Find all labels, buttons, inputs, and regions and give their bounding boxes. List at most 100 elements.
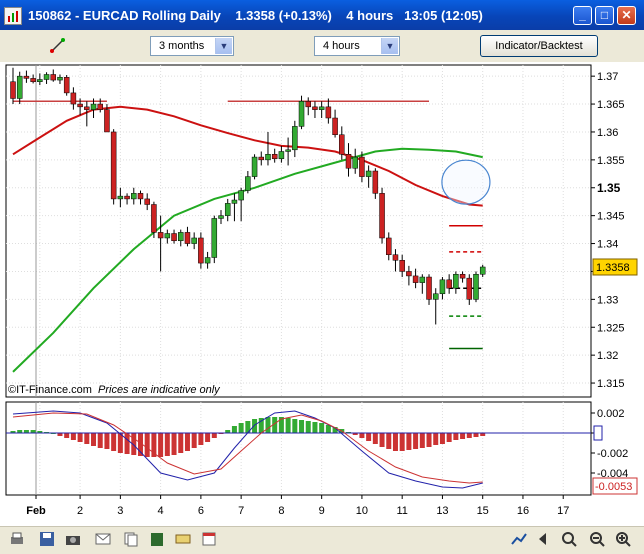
macd-histogram-bar xyxy=(399,433,405,451)
macd-histogram-bar xyxy=(406,433,412,450)
candle-body xyxy=(84,106,90,110)
candle-body xyxy=(432,293,439,300)
quote-text: 1.3358 (+0.13%) xyxy=(235,8,332,23)
y-tick-label: 1.355 xyxy=(597,155,625,167)
candle-body xyxy=(231,199,238,204)
candle-body xyxy=(359,156,365,177)
x-tick-label: 7 xyxy=(238,505,244,517)
chart-svg[interactable]: 1.371.3651.361.3551.351.3451.341.3351.33… xyxy=(0,62,644,526)
candle-body xyxy=(104,109,110,133)
macd-histogram-bar xyxy=(231,426,237,433)
drawing-tool-icon[interactable] xyxy=(48,36,68,56)
chevron-down-icon[interactable]: ▼ xyxy=(215,38,232,54)
candle-body xyxy=(30,78,36,82)
candle-body xyxy=(339,134,345,155)
macd-histogram-bar xyxy=(453,433,459,440)
y-tick-label: 1.36 xyxy=(597,127,618,139)
indicator-backtest-button[interactable]: Indicator/Backtest xyxy=(480,35,598,57)
candle-body xyxy=(238,190,244,201)
y-tick-label: 1.37 xyxy=(597,71,618,83)
camera-icon[interactable] xyxy=(64,530,82,548)
y-tick-label: 1.345 xyxy=(597,211,625,223)
period-select[interactable]: 3 months ▼ xyxy=(150,36,234,56)
macd-histogram-bar xyxy=(473,433,479,437)
macd-histogram-bar xyxy=(285,418,291,433)
candle-body xyxy=(151,204,157,233)
candle-body xyxy=(399,260,405,272)
x-tick-label: 10 xyxy=(356,505,368,517)
chart-icon[interactable] xyxy=(510,530,528,548)
macd-histogram-bar xyxy=(178,433,184,453)
candle-body xyxy=(50,74,57,81)
candle-body xyxy=(466,277,473,300)
candle-body xyxy=(386,237,392,255)
candle-body xyxy=(131,193,137,200)
ruler-icon[interactable] xyxy=(174,530,192,548)
macd-histogram-bar xyxy=(392,433,398,451)
candle-body xyxy=(352,156,358,169)
candle-body xyxy=(245,176,251,191)
candle-body xyxy=(77,103,83,108)
macd-histogram-bar xyxy=(205,433,211,442)
zoom-fit-icon[interactable] xyxy=(560,530,578,548)
period-select-value: 3 months xyxy=(159,40,205,52)
macd-histogram-bar xyxy=(433,433,439,445)
candle-body xyxy=(124,195,130,200)
y-tick-label: 1.34 xyxy=(597,239,618,251)
book-icon[interactable] xyxy=(148,530,166,548)
candle-body xyxy=(184,232,191,244)
candle-body xyxy=(70,92,77,105)
candle-body xyxy=(171,233,177,242)
candle-body xyxy=(117,195,124,200)
minimize-button[interactable]: _ xyxy=(573,6,592,25)
calendar-icon[interactable] xyxy=(200,530,218,548)
candle-body xyxy=(137,193,144,200)
zoom-in-icon[interactable] xyxy=(614,530,632,548)
x-tick-label: Feb xyxy=(26,505,46,517)
candle-body xyxy=(110,131,117,200)
y-tick-label: 1.365 xyxy=(597,99,625,111)
macd-histogram-bar xyxy=(305,421,311,433)
x-tick-label: 8 xyxy=(278,505,284,517)
candle-body xyxy=(43,74,50,80)
macd-histogram-bar xyxy=(124,433,130,454)
candle-body xyxy=(218,215,224,219)
candle-body xyxy=(365,170,372,177)
x-tick-label: 6 xyxy=(198,505,204,517)
candle-body xyxy=(211,218,218,258)
copy-icon[interactable] xyxy=(122,530,140,548)
save-icon[interactable] xyxy=(38,530,56,548)
email-icon[interactable] xyxy=(94,530,112,548)
close-button[interactable]: ✕ xyxy=(617,6,636,25)
candle-body xyxy=(178,232,184,242)
last-price-label: 1.3358 xyxy=(596,262,630,274)
y-tick-label: 1.325 xyxy=(597,322,625,334)
maximize-button[interactable]: □ xyxy=(595,6,614,25)
macd-histogram-bar xyxy=(158,433,164,457)
x-tick-label: 4 xyxy=(158,505,164,517)
x-tick-label: 15 xyxy=(477,505,489,517)
candle-body xyxy=(439,279,446,295)
x-tick-label: 11 xyxy=(396,505,407,517)
zoom-out-icon[interactable] xyxy=(588,530,606,548)
x-tick-label: 17 xyxy=(557,505,569,517)
candle-body xyxy=(10,81,16,99)
chevron-down-icon[interactable]: ▼ xyxy=(381,38,398,54)
scroll-left-icon[interactable] xyxy=(534,530,552,548)
macd-histogram-bar xyxy=(413,433,419,449)
macd-histogram-bar xyxy=(97,433,103,448)
candle-body xyxy=(426,276,432,300)
macd-histogram-bar xyxy=(466,433,472,438)
candle-body xyxy=(292,126,298,151)
macd-histogram-bar xyxy=(77,433,83,442)
printer-icon[interactable] xyxy=(8,530,26,548)
interval-select[interactable]: 4 hours ▼ xyxy=(314,36,400,56)
macd-y-tick-label: -0.002 xyxy=(597,448,628,460)
macd-histogram-bar xyxy=(312,422,318,433)
candle-body xyxy=(345,154,352,169)
macd-histogram-bar xyxy=(372,433,378,444)
macd-histogram-bar xyxy=(319,423,325,433)
macd-histogram-bar xyxy=(386,433,392,449)
macd-histogram-bar xyxy=(198,433,204,445)
candle-body xyxy=(265,154,271,161)
